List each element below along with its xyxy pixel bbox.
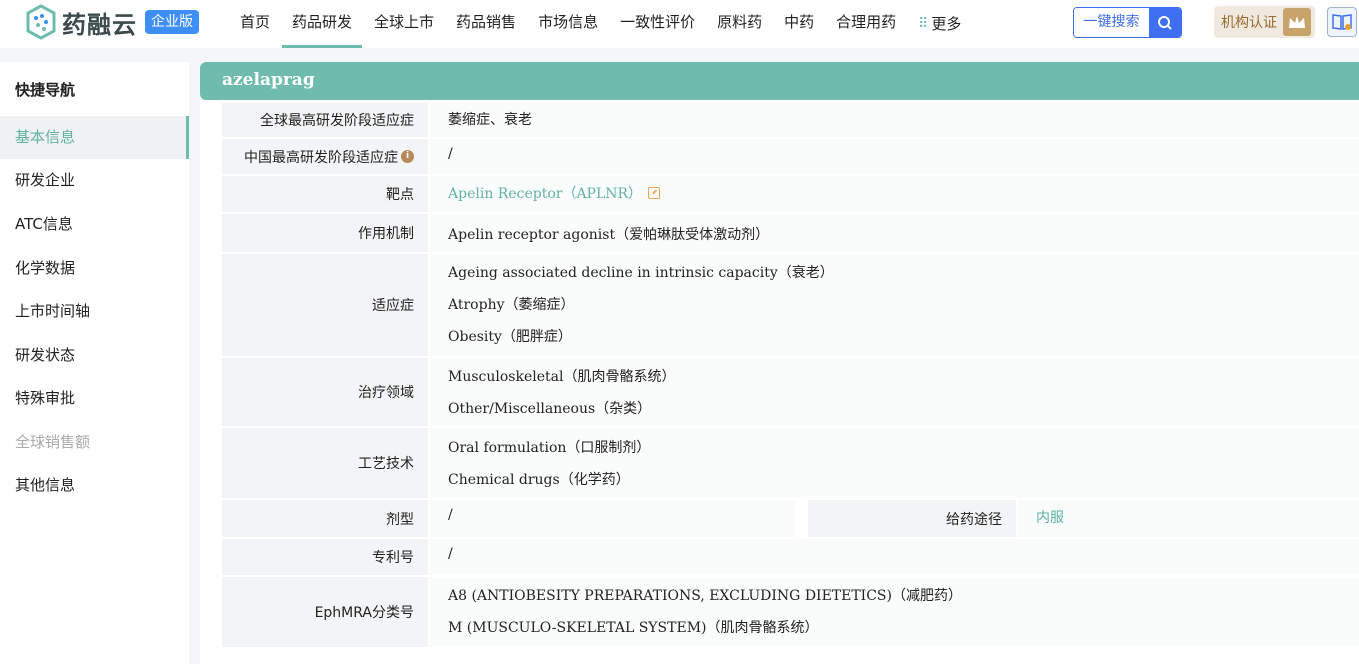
row-label: 靶点 [222,176,428,212]
drug-name: azelaprag [222,70,315,90]
logo[interactable]: 药融云 企业版 [26,4,199,40]
indication-item: Atrophy（萎缩症） [448,297,575,313]
row-global-indication: 全球最高研发阶段适应症 萎缩症、衰老 [222,103,1359,137]
row-label: 治疗领域 [222,358,428,426]
crown-icon [1283,8,1311,36]
search-icon[interactable] [1149,8,1181,37]
sidebar-item-basic-info[interactable]: 基本信息 [0,116,189,159]
row-label: 全球最高研发阶段适应症 [222,103,428,137]
nav-drug-sales[interactable]: 药品销售 [446,0,526,48]
nav-consistency-eval[interactable]: 一致性评价 [610,0,705,48]
nav-global-launch[interactable]: 全球上市 [364,0,444,48]
nav-market-info[interactable]: 市场信息 [528,0,608,48]
area-item: Musculoskeletal（肌肉骨骼系统） [448,369,676,385]
row-value: / [430,539,1359,575]
target-link[interactable]: Apelin Receptor（APLNR） [448,186,642,202]
row-value: 萎缩症、衰老 [430,103,1359,137]
tech-item: Oral formulation（口服制剂） [448,440,651,456]
ephmra-item: M (MUSCULO-SKELETAL SYSTEM)（肌肉骨骼系统） [448,620,819,636]
row-value: Apelin Receptor（APLNR） [430,176,1359,212]
row-label: 中国最高研发阶段适应症 i [222,139,428,174]
sidebar-item-launch-timeline[interactable]: 上市时间轴 [0,290,189,333]
row-ephmra: EphMRA分类号 A8 (ANTIOBESITY PREPARATIONS, … [222,577,1359,647]
nav-home[interactable]: 首页 [230,0,280,48]
quick-search-button[interactable]: 一键搜索 [1073,7,1182,38]
sidebar-item-atc[interactable]: ATC信息 [0,203,189,246]
main-nav: 首页 药品研发 全球上市 药品销售 市场信息 一致性评价 原料药 中药 合理用药… [230,0,973,48]
sidebar-item-special-approval[interactable]: 特殊审批 [0,377,189,420]
nav-api[interactable]: 原料药 [707,0,772,48]
sidebar-item-chemical-data[interactable]: 化学数据 [0,247,189,290]
row-label-route: 给药途径 [808,500,1016,537]
row-dosage-route: 剂型 / 给药途径 内服 [222,500,1359,537]
nav-drug-rd[interactable]: 药品研发 [282,0,363,48]
row-technology: 工艺技术 Oral formulation（口服制剂） Chemical dru… [222,428,1359,498]
indication-item: Obesity（肥胖症） [448,329,572,345]
drug-title-bar: azelaprag [200,62,1359,100]
row-label: 作用机制 [222,214,428,252]
row-value: A8 (ANTIOBESITY PREPARATIONS, EXCLUDING … [430,577,1359,647]
row-therapeutic-area: 治疗领域 Musculoskeletal（肌肉骨骼系统） Other/Misce… [222,358,1359,426]
row-value: / [430,500,796,537]
info-icon[interactable]: i [401,150,414,163]
grid-dots-icon: ⠿ [918,16,928,32]
cert-label: 机构认证 [1221,15,1277,31]
sidebar-title: 快捷导航 [15,81,76,99]
row-value: Oral formulation（口服制剂） Chemical drugs（化学… [430,428,1359,498]
label-text: 中国最高研发阶段适应症 [244,149,398,166]
indication-item: Ageing associated decline in intrinsic c… [448,265,834,281]
institution-cert-button[interactable]: 机构认证 [1214,6,1315,38]
edition-badge: 企业版 [145,10,199,34]
row-china-indication: 中国最高研发阶段适应症 i / [222,139,1359,174]
row-label: 专利号 [222,539,428,575]
area-item: Other/Miscellaneous（杂类） [448,401,652,417]
nav-more-label: 更多 [931,15,962,33]
drug-detail-panel: azelaprag 全球最高研发阶段适应症 萎缩症、衰老 中国最高研发阶段适应症… [200,62,1359,664]
row-mechanism: 作用机制 Apelin receptor agonist（爱帕琳肽受体激动剂） [222,214,1359,252]
sidebar-item-rd-company[interactable]: 研发企业 [0,159,189,202]
logo-text: 药融云 [62,10,137,39]
row-value: Apelin receptor agonist（爱帕琳肽受体激动剂） [430,214,1359,252]
manual-book-icon[interactable] [1327,7,1357,37]
quick-nav-sidebar: 快捷导航 基本信息 研发企业 ATC信息 化学数据 上市时间轴 研发状态 特殊审… [0,62,189,664]
search-label: 一键搜索 [1074,8,1149,37]
row-label: 适应症 [222,254,428,356]
top-header: 药融云 企业版 首页 药品研发 全球上市 药品销售 市场信息 一致性评价 原料药… [0,0,1359,48]
sidebar-item-rd-status[interactable]: 研发状态 [0,334,189,377]
external-link-icon[interactable] [648,187,661,199]
row-indications: 适应症 Ageing associated decline in intrins… [222,254,1359,356]
row-value: / [430,139,1359,174]
row-target: 靶点 Apelin Receptor（APLNR） [222,176,1359,212]
row-patent: 专利号 / [222,539,1359,575]
row-value: Musculoskeletal（肌肉骨骼系统） Other/Miscellane… [430,358,1359,426]
nav-tcm[interactable]: 中药 [774,0,824,48]
tech-item: Chemical drugs（化学药） [448,472,630,488]
row-value: Ageing associated decline in intrinsic c… [430,254,1359,356]
logo-icon [26,4,56,40]
row-label: EphMRA分类号 [222,577,428,647]
row-label: 工艺技术 [222,428,428,498]
row-label: 剂型 [222,500,428,537]
nav-rational-use[interactable]: 合理用药 [826,0,906,48]
route-value: 内服 [1018,500,1359,537]
nav-more[interactable]: ⠿ 更多 [908,0,971,48]
sidebar-item-global-sales: 全球销售额 [15,433,91,451]
ephmra-item: A8 (ANTIOBESITY PREPARATIONS, EXCLUDING … [448,588,962,604]
sidebar-item-other-info[interactable]: 其他信息 [0,464,189,507]
